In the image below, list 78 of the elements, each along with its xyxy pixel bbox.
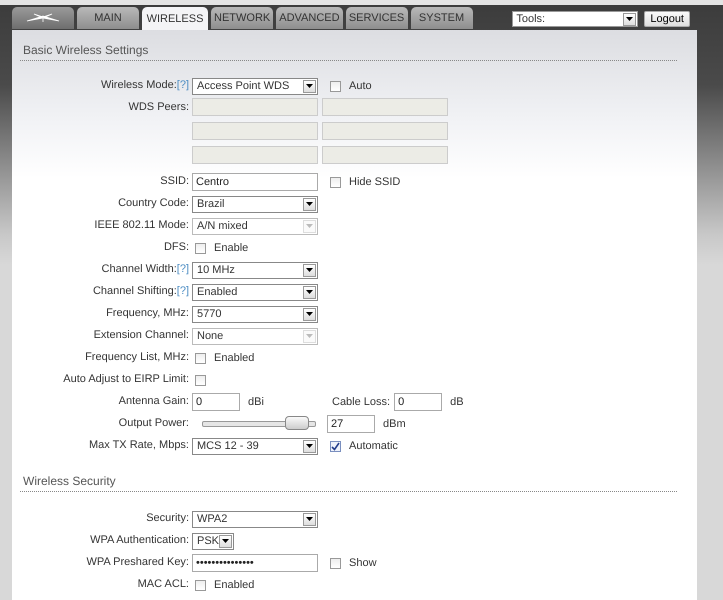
nav-tab[interactable]: WIRELESS: [142, 7, 208, 30]
nav-tab[interactable]: SYSTEM: [410, 7, 473, 29]
field-label: Antenna Gain:: [118, 394, 189, 409]
checkbox-label: Enable: [214, 242, 248, 254]
field-label: Cable Loss:: [332, 396, 390, 408]
text-field[interactable]: Centro: [192, 173, 318, 191]
dropdown-arrow-icon: [306, 268, 313, 272]
dropdown-arrow-icon: [306, 290, 313, 294]
field-label: Frequency List, MHz:: [85, 350, 189, 365]
checkbox[interactable]: [195, 374, 206, 386]
checkbox-label: Hide SSID: [349, 176, 400, 188]
field-label: Channel Width:: [102, 262, 177, 277]
text-field[interactable]: 0: [394, 393, 442, 411]
dropdown-arrow-icon: [306, 202, 313, 206]
slider-handle[interactable]: [285, 416, 310, 430]
checkmark-icon: [331, 442, 340, 450]
tools-dropdown[interactable]: Tools:: [512, 11, 638, 27]
field-label: Channel Shifting:: [92, 284, 177, 299]
dropdown[interactable]: Access Point WDS: [192, 78, 318, 94]
checkbox-label: Auto: [349, 80, 372, 92]
section-title: Wireless Security: [20, 471, 677, 492]
dropdown[interactable]: Brazil: [192, 196, 318, 212]
nav-tab[interactable]: ADVANCED: [276, 7, 343, 29]
field-label: WPA Preshared Key:: [86, 555, 189, 570]
field-label: MAC ACL:: [138, 577, 189, 592]
checkbox[interactable]: [195, 580, 206, 590]
field-label: WPA Authentication:: [90, 533, 189, 548]
dropdown-arrow-icon: [306, 224, 313, 228]
field-label: Extension Channel:: [94, 328, 189, 343]
dropdown-arrow-icon: [306, 444, 313, 448]
checkbox[interactable]: [195, 352, 206, 364]
help-link[interactable]: [?]: [176, 260, 189, 278]
dropdown[interactable]: WPA2: [192, 510, 318, 528]
checkbox[interactable]: [330, 80, 341, 92]
checkbox[interactable]: [195, 242, 206, 254]
dropdown-arrow-icon: [306, 517, 313, 521]
field-label: Max TX Rate, Mbps:: [88, 438, 189, 453]
nav-tab[interactable]: SERVICES: [346, 7, 408, 29]
checkbox[interactable]: [330, 558, 341, 568]
field-label: Output Power:: [118, 416, 189, 431]
dropdown-arrow-icon: [626, 17, 634, 21]
field-label: Wireless Mode:: [100, 78, 177, 93]
dropdown[interactable]: MCS 12 - 39: [192, 438, 318, 454]
field-label: Frequency, MHz:: [106, 306, 189, 321]
nav-tab[interactable]: MAIN: [77, 7, 139, 29]
dropdown[interactable]: PSK: [192, 532, 234, 550]
unit-label: dBm: [383, 418, 406, 430]
logo-icon: [26, 13, 60, 23]
dropdown[interactable]: Enabled: [192, 284, 318, 300]
checkbox-label: Enabled: [214, 579, 254, 591]
logout-button[interactable]: Logout: [644, 11, 690, 27]
dropdown-arrow-icon: [222, 539, 229, 543]
checkbox[interactable]: [330, 176, 341, 188]
help-link[interactable]: [?]: [176, 282, 189, 300]
nav-tab[interactable]: NETWORK: [211, 7, 274, 29]
text-field[interactable]: •••••••••••••••: [192, 554, 318, 572]
field-label: WDS Peers:: [128, 100, 189, 115]
dropdown[interactable]: 5770: [192, 306, 318, 322]
field-label: Security:: [146, 511, 189, 526]
text-field[interactable]: 27: [327, 415, 375, 433]
field-label: DFS:: [164, 240, 189, 255]
dropdown[interactable]: 10 MHz: [192, 262, 318, 278]
dropdown-arrow-icon: [306, 312, 313, 316]
checkbox-label: Show: [349, 557, 377, 569]
checkbox[interactable]: [330, 440, 341, 452]
checkbox-label: Automatic: [349, 440, 398, 452]
field-label: SSID:: [160, 174, 189, 189]
text-field[interactable]: 0: [192, 393, 240, 411]
checkbox-label: Enabled: [214, 352, 254, 364]
dropdown-arrow-icon: [306, 334, 313, 338]
unit-label: dB: [450, 396, 464, 408]
field-label: Country Code:: [118, 196, 189, 211]
logo-tab[interactable]: [12, 7, 74, 29]
field-label: IEEE 802.11 Mode:: [94, 218, 189, 233]
dropdown-arrow-icon: [306, 84, 313, 88]
field-label: Auto Adjust to EIRP Limit:: [63, 372, 189, 387]
unit-label: dBi: [248, 396, 265, 408]
section-title: Basic Wireless Settings: [20, 40, 677, 61]
